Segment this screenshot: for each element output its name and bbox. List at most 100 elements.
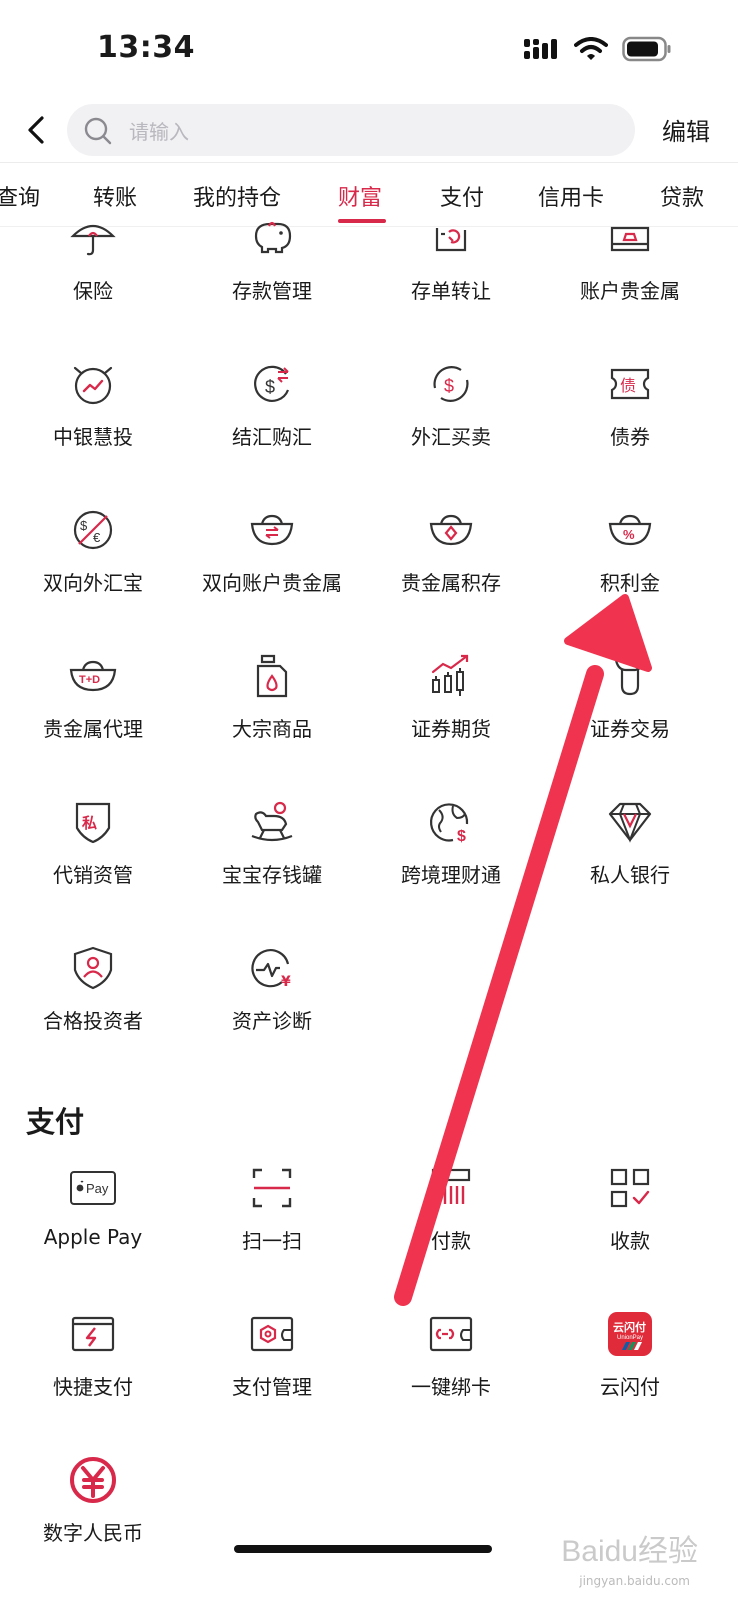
svg-text:私: 私 (81, 814, 97, 832)
grid-item-unionpay-quickpass[interactable]: 云闪付 UnionPay 云闪付 (540, 1310, 720, 1400)
grid-item-label: 合格投资者 (43, 1009, 143, 1033)
watermark: Baidu经验 (561, 1535, 698, 1568)
svg-text:$: $ (265, 377, 275, 397)
grid-item-label: 支付管理 (232, 1375, 312, 1399)
grid-item-label: 双向账户贵金属 (202, 571, 342, 595)
grid-item-insurance[interactable]: 保险 (3, 214, 183, 304)
wifi-icon (574, 37, 608, 60)
grid-item-label: 快捷支付 (53, 1375, 133, 1399)
grid-item-precious-metal-accumulation[interactable]: 贵金属积存 (361, 506, 541, 596)
svg-text:$: $ (80, 518, 88, 533)
candlestick-icon (431, 654, 469, 696)
edit-button[interactable]: 编辑 (662, 112, 710, 147)
grid-item-receive[interactable]: 收款 (540, 1164, 720, 1254)
status-bar: 13:34 (0, 0, 738, 100)
grid-item-label: 云闪付 (600, 1375, 660, 1399)
search-input[interactable]: 请输入 (67, 104, 635, 156)
battery-icon (622, 36, 671, 62)
grid-item-label: 贵金属代理 (43, 717, 143, 741)
grid-item-one-click-bind-card[interactable]: 一键绑卡 (361, 1310, 541, 1400)
grid-item-label: 宝宝存钱罐 (222, 863, 322, 887)
search-icon (84, 117, 112, 145)
grid-item-deposit-management[interactable]: 存款管理 (182, 214, 362, 304)
scan-icon (252, 1168, 292, 1208)
grid-item-label: 数字人民币 (43, 1521, 143, 1545)
qr-receive-icon (610, 1168, 650, 1208)
grid-item-payment-management[interactable]: 支付管理 (182, 1310, 362, 1400)
grid-item-label: 存单转让 (411, 279, 491, 303)
grid-item-label: 扫一扫 (242, 1229, 302, 1253)
tab-wealth[interactable]: 财富 (338, 180, 382, 212)
grid-item-label: 一键绑卡 (411, 1375, 491, 1399)
piggy-bank-icon (254, 221, 292, 254)
grid-item-dual-forex[interactable]: $ € 双向外汇宝 (3, 506, 183, 596)
dual-gold-icon (250, 514, 294, 546)
private-shield-icon: 私 (75, 802, 111, 844)
grid-item-securities-trading[interactable]: 证券交易 (540, 652, 720, 742)
grid-item-dual-account-precious-metal[interactable]: 双向账户贵金属 (182, 506, 362, 596)
bond-ticket-icon: 债 (610, 368, 650, 400)
tab-query[interactable]: 查询 (0, 180, 40, 212)
barcode-pay-icon (431, 1168, 471, 1204)
grid-item-qualified-investor[interactable]: 合格投资者 (3, 944, 183, 1034)
apple-pay-icon: Pay (70, 1171, 116, 1205)
grid-item-label: 代销资管 (53, 863, 133, 887)
grid-item-consignment-asset-mgmt[interactable]: 私 代销资管 (3, 798, 183, 888)
dual-forex-icon: $ € (73, 510, 113, 550)
tab-credit-card[interactable]: 信用卡 (538, 180, 604, 212)
back-button[interactable] (18, 110, 54, 150)
grid-item-account-precious-metal[interactable]: 账户贵金属 (540, 214, 720, 304)
grid-item-jilijin[interactable]: % 积利金 (540, 506, 720, 596)
quick-pay-card-icon (71, 1316, 115, 1352)
grid-item-label: 债券 (610, 425, 650, 449)
grid-item-precious-metal-agency[interactable]: T+D 贵金属代理 (3, 652, 183, 742)
grid-item-commodities[interactable]: 大宗商品 (182, 652, 362, 742)
grid-item-boc-smart-invest[interactable]: 中银慧投 (3, 360, 183, 450)
tab-loan[interactable]: 贷款 (660, 180, 704, 212)
grid-item-pay[interactable]: 付款 (361, 1164, 541, 1254)
grid-item-digital-rmb[interactable]: 数字人民币 (3, 1456, 183, 1546)
grid-item-label: 证券期货 (411, 717, 491, 741)
grid-item-label: 结汇购汇 (232, 425, 312, 449)
grid-item-baby-piggy-bank[interactable]: 宝宝存钱罐 (182, 798, 362, 888)
tab-transfer[interactable]: 转账 (93, 180, 137, 212)
svg-text:¥: ¥ (281, 974, 291, 990)
status-time: 13:34 (97, 30, 195, 65)
payment-section-title: 支付 (26, 1105, 85, 1139)
grid-item-label: 双向外汇宝 (43, 571, 143, 595)
diamond-icon (608, 802, 652, 843)
grid-item-label: 积利金 (600, 571, 660, 595)
grid-item-label: 外汇买卖 (411, 425, 491, 449)
tab-payment[interactable]: 支付 (440, 180, 484, 212)
grid-item-apple-pay[interactable]: Pay Apple Pay (3, 1164, 183, 1249)
grid-item-fx-settlement[interactable]: $ 结汇购汇 (182, 360, 362, 450)
grid-item-forex-trade[interactable]: $ 外汇买卖 (361, 360, 541, 450)
grid-item-securities-futures[interactable]: 证券期货 (361, 652, 541, 742)
gold-account-icon (610, 226, 650, 252)
gold-accumulation-icon (429, 514, 473, 546)
search-header: 请输入 编辑 (0, 100, 738, 162)
grid-item-label: 跨境理财通 (401, 863, 501, 887)
unionpay-sub-badge: UnionPay (617, 1335, 643, 1341)
globe-dollar-icon: $ (429, 803, 473, 845)
tab-holdings[interactable]: 我的持仓 (193, 180, 281, 212)
unionpay-quickpass-icon: 云闪付 UnionPay (608, 1312, 652, 1356)
grid-item-label: 账户贵金属 (580, 279, 680, 303)
grid-item-certificate-transfer[interactable]: 存单转让 (361, 214, 541, 304)
svg-text:债: 债 (620, 376, 636, 395)
search-placeholder: 请输入 (129, 120, 189, 144)
gold-td-icon: T+D (69, 660, 117, 692)
grid-item-bonds[interactable]: 债 债券 (540, 360, 720, 450)
grid-item-label: 证券交易 (590, 717, 670, 741)
wallet-manage-icon (250, 1316, 294, 1352)
certificate-transfer-icon (435, 228, 467, 252)
svg-text:€: € (93, 530, 101, 545)
user-shield-icon (73, 946, 113, 990)
grid-item-private-banking[interactable]: 私人银行 (540, 798, 720, 888)
grid-item-cross-border-wealth[interactable]: $ 跨境理财通 (361, 798, 541, 888)
svg-text:$: $ (457, 828, 466, 845)
grid-item-scan[interactable]: 扫一扫 (182, 1164, 362, 1254)
alarm-chart-icon (73, 366, 113, 405)
grid-item-quick-pay[interactable]: 快捷支付 (3, 1310, 183, 1400)
grid-item-asset-diagnosis[interactable]: ¥ 资产诊断 (182, 944, 362, 1034)
